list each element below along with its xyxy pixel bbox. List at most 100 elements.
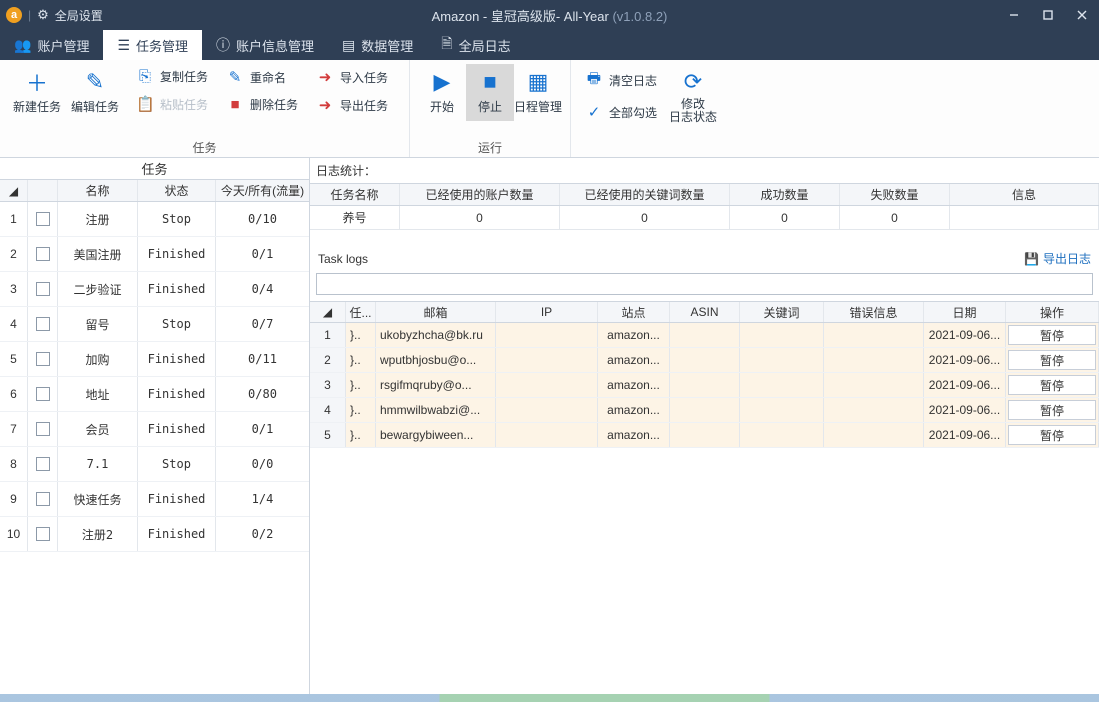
stats-info-header[interactable]: 信息 <box>950 184 1099 205</box>
task-row[interactable]: 2美国注册Finished0/1 <box>0 237 309 272</box>
log-row[interactable]: 1}..ukobyzhcha@bk.ruamazon...2021-09-06.… <box>310 323 1099 348</box>
log-row-date: 2021-09-06... <box>924 348 1006 372</box>
task-row[interactable]: 5加购Finished0/11 <box>0 342 309 377</box>
close-button[interactable] <box>1065 0 1099 30</box>
schedule-button[interactable]: ▦日程管理 <box>514 64 562 121</box>
log-row[interactable]: 2}..wputbhjosbu@o...amazon...2021-09-06.… <box>310 348 1099 373</box>
tab-task-manage[interactable]: ☰任务管理 <box>103 30 202 60</box>
export-task-button[interactable]: ➜导出任务 <box>310 92 394 118</box>
row-checkbox[interactable] <box>28 237 58 271</box>
task-row[interactable]: 1注册Stop0/10 <box>0 202 309 237</box>
modify-log-status-button[interactable]: ⟳修改 日志状态 <box>663 64 723 130</box>
button-label: 开始 <box>430 98 454 115</box>
log-index-header[interactable]: ◢ <box>310 302 346 322</box>
copy-icon: ⎘ <box>136 68 154 85</box>
task-row[interactable]: 7会员Finished0/1 <box>0 412 309 447</box>
name-column-header[interactable]: 名称 <box>58 180 138 201</box>
gear-icon[interactable]: ⚙ <box>37 7 49 23</box>
minimize-button[interactable] <box>997 0 1031 30</box>
task-row[interactable]: 9快速任务Finished1/4 <box>0 482 309 517</box>
copy-task-button[interactable]: ⎘复制任务 <box>130 64 214 89</box>
row-status: Finished <box>138 342 216 376</box>
row-index: 10 <box>0 517 28 551</box>
new-task-button[interactable]: ＋新建任务 <box>8 64 66 121</box>
pause-button[interactable]: 暂停 <box>1008 375 1096 395</box>
log-mail-header[interactable]: 邮箱 <box>376 302 496 322</box>
button-label: 停止 <box>478 98 502 115</box>
stats-acc-header[interactable]: 已经使用的账户数量 <box>400 184 560 205</box>
task-logs-search-input[interactable] <box>316 273 1093 295</box>
select-all-button[interactable]: ✓全部勾选 <box>579 99 663 125</box>
task-row[interactable]: 3二步验证Finished0/4 <box>0 272 309 307</box>
log-row-site: amazon... <box>598 323 670 347</box>
task-row[interactable]: 10注册2Finished0/2 <box>0 517 309 552</box>
stop-button[interactable]: ■停止 <box>466 64 514 121</box>
edit-task-button[interactable]: ✎编辑任务 <box>66 64 124 121</box>
tab-account-info[interactable]: ⓘ账户信息管理 <box>202 30 328 60</box>
task-grid-body[interactable]: 1注册Stop0/102美国注册Finished0/13二步验证Finished… <box>0 202 309 694</box>
flow-column-header[interactable]: 今天/所有(流量) <box>216 180 309 201</box>
task-row[interactable]: 4留号Stop0/7 <box>0 307 309 342</box>
button-label: 全部勾选 <box>609 104 657 121</box>
start-button[interactable]: ▶开始 <box>418 64 466 121</box>
pause-button[interactable]: 暂停 <box>1008 400 1096 420</box>
task-row[interactable]: 87.1Stop0/0 <box>0 447 309 482</box>
clear-log-button[interactable]: 🖶清空日志 <box>579 64 663 97</box>
log-op-header[interactable]: 操作 <box>1006 302 1099 322</box>
row-checkbox[interactable] <box>28 517 58 551</box>
task-logs-body[interactable]: 1}..ukobyzhcha@bk.ruamazon...2021-09-06.… <box>310 323 1099 448</box>
log-row-mail: hmmwilbwabzi@... <box>376 398 496 422</box>
status-column-header[interactable]: 状态 <box>138 180 216 201</box>
task-logs-header: ◢ 任... 邮箱 IP 站点 ASIN 关键词 错误信息 日期 操作 <box>310 301 1099 323</box>
log-row[interactable]: 4}..hmmwilbwabzi@...amazon...2021-09-06.… <box>310 398 1099 423</box>
task-row[interactable]: 6地址Finished0/80 <box>0 377 309 412</box>
log-row[interactable]: 3}..rsgifmqruby@o...amazon...2021-09-06.… <box>310 373 1099 398</box>
log-ip-header[interactable]: IP <box>496 302 598 322</box>
log-row-site: amazon... <box>598 398 670 422</box>
pause-button[interactable]: 暂停 <box>1008 325 1096 345</box>
pause-button[interactable]: 暂停 <box>1008 425 1096 445</box>
checkbox-column-header[interactable] <box>28 180 58 201</box>
log-task-header[interactable]: 任... <box>346 302 376 322</box>
log-date-header[interactable]: 日期 <box>924 302 1006 322</box>
log-row-task: }.. <box>346 373 376 397</box>
log-row-mail: ukobyzhcha@bk.ru <box>376 323 496 347</box>
global-settings-label[interactable]: 全局设置 <box>55 7 103 24</box>
stats-fail-header[interactable]: 失败数量 <box>840 184 950 205</box>
stats-name-header[interactable]: 任务名称 <box>310 184 400 205</box>
button-label: 导出任务 <box>340 97 388 114</box>
stats-ok-header[interactable]: 成功数量 <box>730 184 840 205</box>
log-row-kw <box>740 323 824 347</box>
row-checkbox[interactable] <box>28 272 58 306</box>
row-status: Finished <box>138 377 216 411</box>
maximize-button[interactable] <box>1031 0 1065 30</box>
import-task-button[interactable]: ➜导入任务 <box>310 64 394 90</box>
pause-button[interactable]: 暂停 <box>1008 350 1096 370</box>
log-row[interactable]: 5}..bewargybiween...amazon...2021-09-06.… <box>310 423 1099 448</box>
tab-global-log[interactable]: 🗎全局日志 <box>427 30 524 60</box>
row-checkbox[interactable] <box>28 342 58 376</box>
row-name: 7.1 <box>58 447 138 481</box>
log-kw-header[interactable]: 关键词 <box>740 302 824 322</box>
row-checkbox[interactable] <box>28 482 58 516</box>
row-checkbox[interactable] <box>28 412 58 446</box>
row-checkbox[interactable] <box>28 307 58 341</box>
tab-account-manage[interactable]: 👥账户管理 <box>0 30 103 60</box>
ribbon-toolbar: ＋新建任务 ✎编辑任务 ⎘复制任务 📋粘贴任务 ✎重命名 ■删除任务 ➜导入任务… <box>0 60 1099 158</box>
log-site-header[interactable]: 站点 <box>598 302 670 322</box>
rename-task-button[interactable]: ✎重命名 <box>220 64 304 90</box>
paste-icon: 📋 <box>136 95 154 113</box>
stats-kw-header[interactable]: 已经使用的关键词数量 <box>560 184 730 205</box>
export-log-button[interactable]: 💾导出日志 <box>1024 250 1091 267</box>
delete-task-button[interactable]: ■删除任务 <box>220 92 304 117</box>
export-label: 导出日志 <box>1043 250 1091 267</box>
log-err-header[interactable]: 错误信息 <box>824 302 924 322</box>
row-checkbox[interactable] <box>28 447 58 481</box>
log-asin-header[interactable]: ASIN <box>670 302 740 322</box>
row-checkbox[interactable] <box>28 377 58 411</box>
row-checkbox[interactable] <box>28 202 58 236</box>
log-row-ip <box>496 423 598 447</box>
log-row-asin <box>670 348 740 372</box>
corner-cell[interactable]: ◢ <box>0 180 28 201</box>
tab-data-manage[interactable]: ▤数据管理 <box>328 30 427 60</box>
